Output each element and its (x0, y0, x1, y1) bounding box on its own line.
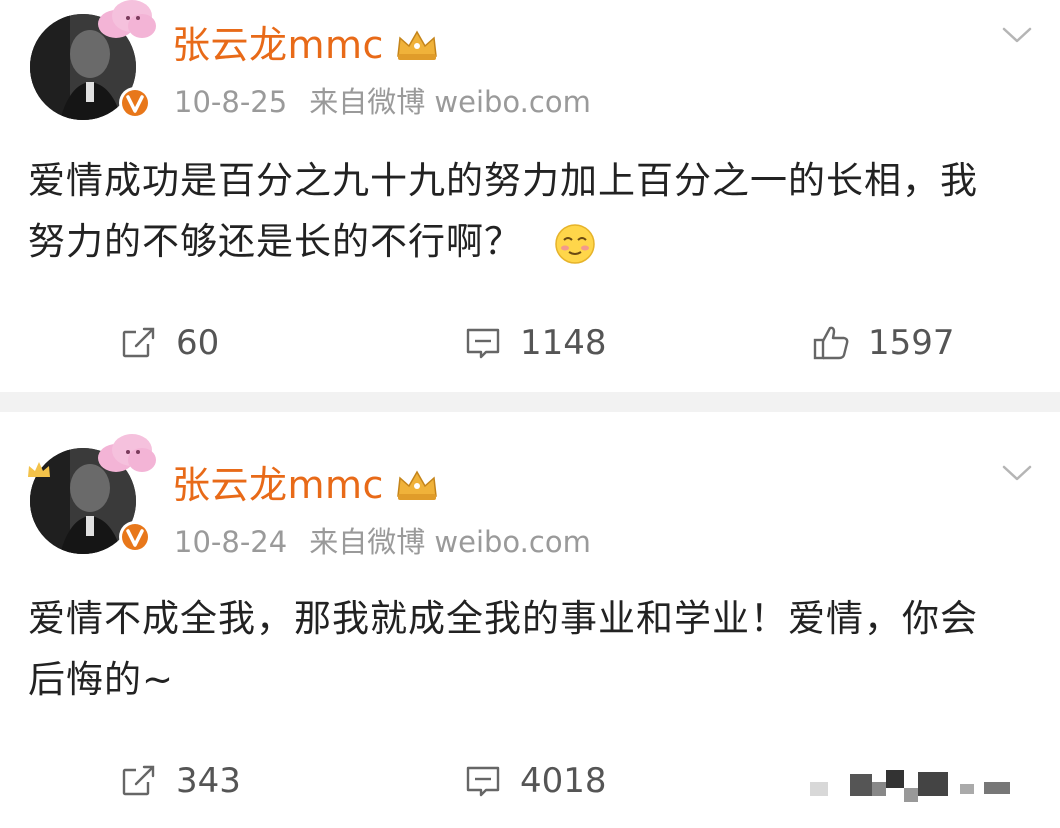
verified-badge-icon (119, 521, 151, 553)
comment-button[interactable]: 4018 (464, 756, 607, 806)
like-button[interactable]: 1597 (812, 318, 955, 368)
comment-icon (466, 328, 500, 359)
repost-icon (122, 326, 158, 358)
like-count: 1597 (868, 323, 955, 363)
watermark-mosaic (810, 770, 1010, 802)
post-date: 10-8-25 (174, 85, 288, 119)
username[interactable]: 张云龙mmc (172, 460, 384, 510)
comment-button[interactable]: 1148 (464, 318, 607, 368)
username[interactable]: 张云龙mmc (172, 20, 384, 70)
chevron-down-icon[interactable] (1000, 462, 1034, 484)
post-body: 爱情成功是百分之九十九的努力加上百分之一的长相，我努力的不够还是长的不行啊？ (28, 159, 978, 263)
author-row: 张云龙mmc (172, 460, 440, 510)
crown-icon (397, 470, 437, 500)
avatar-container[interactable] (22, 434, 156, 564)
action-bar: 60 1148 1597 (0, 318, 1060, 368)
repost-icon (122, 764, 158, 796)
comment-count: 1148 (520, 323, 607, 363)
comment-count: 4018 (520, 761, 607, 801)
post-source: 来自微博 weibo.com (309, 525, 591, 559)
post-text: 爱情成功是百分之九十九的努力加上百分之一的长相，我努力的不够还是长的不行啊？ (28, 150, 988, 272)
post-date: 10-8-24 (174, 525, 288, 559)
weibo-feed: 张云龙mmc 10-8-25 来自微博 weibo.com 爱情成功是百分之九十… (0, 0, 1060, 828)
post-meta: 10-8-24 来自微博 weibo.com (174, 522, 591, 562)
crown-icon (397, 30, 437, 60)
repost-count: 60 (176, 323, 220, 363)
repost-button[interactable]: 343 (120, 756, 241, 806)
repost-count: 343 (176, 761, 241, 801)
post-text: 爱情不成全我，那我就成全我的事业和学业！爱情，你会后悔的~ (28, 588, 988, 710)
author-row: 张云龙mmc (172, 20, 440, 70)
thumbs-up-icon (813, 326, 849, 360)
post-meta: 10-8-25 来自微博 weibo.com (174, 82, 591, 122)
post-card[interactable]: 张云龙mmc 10-8-24 来自微博 weibo.com 爱情不成全我，那我就… (0, 412, 1060, 828)
small-crown-icon (28, 462, 50, 477)
pink-cloud-icon (98, 0, 156, 38)
repost-button[interactable]: 60 (120, 318, 219, 368)
post-body: 爱情不成全我，那我就成全我的事业和学业！爱情，你会后悔的~ (28, 597, 978, 701)
feed-separator (0, 392, 1060, 412)
comment-icon (466, 766, 500, 797)
pink-cloud-icon (98, 434, 156, 472)
avatar-container[interactable] (22, 0, 156, 130)
verified-badge-icon (119, 87, 151, 119)
post-source: 来自微博 weibo.com (309, 85, 591, 119)
chevron-down-icon[interactable] (1000, 24, 1034, 46)
blush-emoji-icon (555, 223, 595, 264)
post-card[interactable]: 张云龙mmc 10-8-25 来自微博 weibo.com 爱情成功是百分之九十… (0, 0, 1060, 392)
